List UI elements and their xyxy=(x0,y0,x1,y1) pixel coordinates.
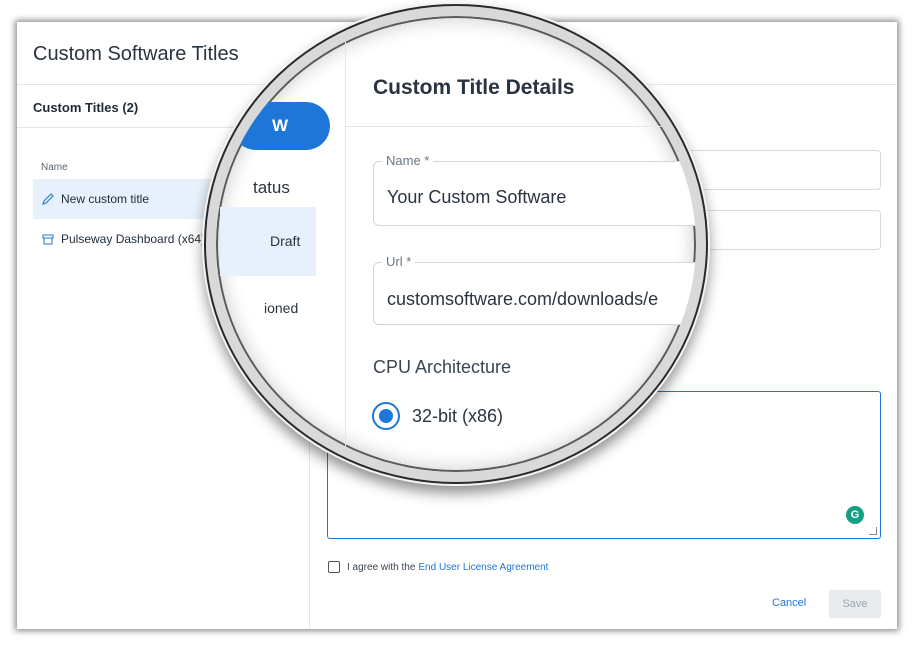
pencil-icon xyxy=(41,192,55,206)
details-title: Custom Title Details xyxy=(373,76,575,99)
name-field-label: Name * xyxy=(382,153,434,168)
radio-32bit[interactable] xyxy=(372,402,400,430)
list-item-label: Pulseway Dashboard (x64) xyxy=(61,232,206,246)
list-item-label: New custom title xyxy=(61,192,150,206)
new-title-button[interactable]: + W xyxy=(232,102,330,150)
mag-header-divider xyxy=(345,126,696,127)
url-field-label: Url * xyxy=(382,254,416,269)
status-column-header: tatus xyxy=(253,178,290,197)
column-header-name: Name xyxy=(41,162,68,173)
save-button[interactable]: Save xyxy=(829,590,881,618)
eula-agreement: I agree with the End User License Agreem… xyxy=(328,561,548,573)
magnifier-lens: + W tatus Draft ioned Custom Title Detai… xyxy=(206,6,706,482)
box-icon xyxy=(41,232,55,246)
url-field-value[interactable]: customsoftware.com/downloads/e xyxy=(387,289,658,310)
panel-title: Custom Titles (2) xyxy=(33,100,139,115)
name-field-value[interactable]: Your Custom Software xyxy=(387,187,566,208)
new-button-label: W xyxy=(272,116,289,135)
magnified-content: + W tatus Draft ioned Custom Title Detai… xyxy=(216,16,696,472)
cancel-button[interactable]: Cancel xyxy=(772,597,806,609)
eula-link[interactable]: End User License Agreement xyxy=(418,562,548,573)
status-provisioned: ioned xyxy=(264,300,299,316)
status-draft: Draft xyxy=(270,233,301,249)
eula-checkbox[interactable] xyxy=(328,561,340,573)
mag-pane-divider xyxy=(345,16,346,472)
resize-handle-icon[interactable] xyxy=(869,527,877,535)
eula-prefix: I agree with the xyxy=(347,561,416,573)
status-cell-selected xyxy=(220,207,316,276)
radio-32bit-label[interactable]: 32-bit (x86) xyxy=(412,406,503,427)
plus-icon: + xyxy=(244,115,254,132)
cpu-architecture-label: CPU Architecture xyxy=(373,357,512,377)
window-title: Custom Software Titles xyxy=(33,43,239,65)
grammarly-icon[interactable]: G xyxy=(846,506,864,524)
name-field-edge[interactable] xyxy=(680,150,881,190)
second-field-edge[interactable] xyxy=(680,210,881,250)
